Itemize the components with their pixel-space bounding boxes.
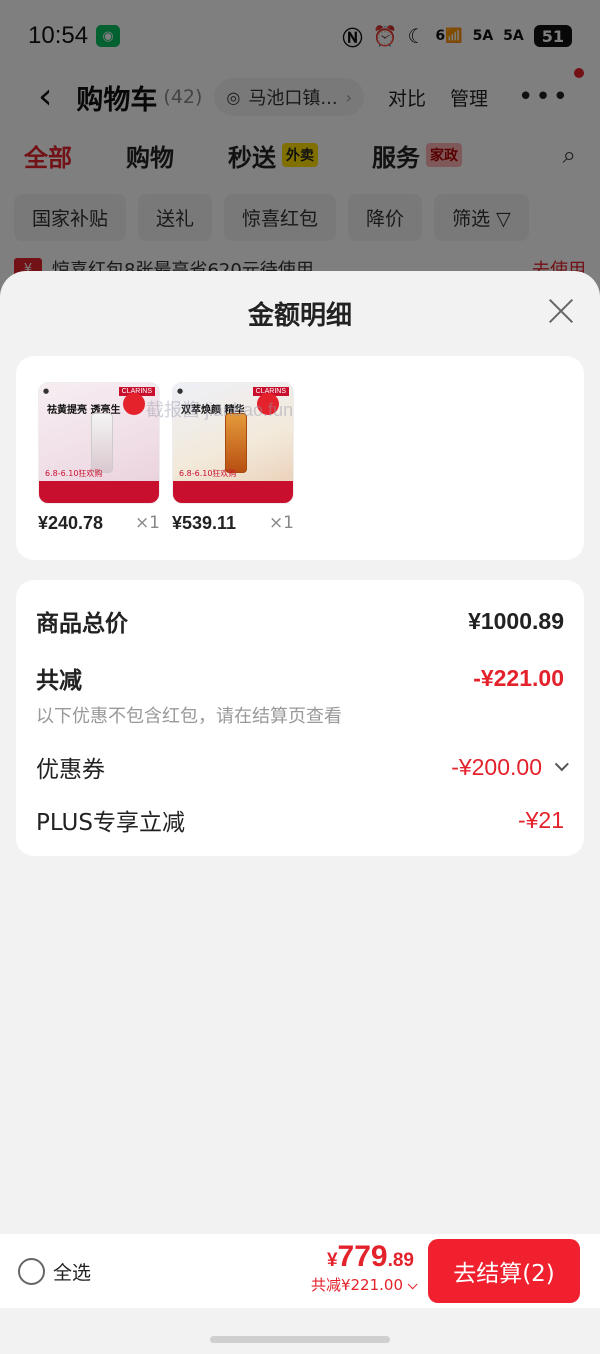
amount-detail-sheet: 金额明细 ● CLARINS 祛黄提亮 透亮生 6.8-6.10狂欢购 ¥240… bbox=[0, 271, 600, 1234]
gov-subsidy-mark: ● bbox=[43, 387, 50, 395]
promo-bar bbox=[173, 481, 293, 503]
total-row: 商品总价 ¥1000.89 bbox=[36, 604, 564, 638]
products-card: ● CLARINS 祛黄提亮 透亮生 6.8-6.10狂欢购 ¥240.78 ×… bbox=[16, 356, 584, 560]
checkout-button[interactable]: 去结算(2) bbox=[428, 1239, 580, 1303]
coupon-value: -¥200.00 bbox=[451, 753, 542, 780]
watermark: 截报酱 jianbao.fun bbox=[146, 400, 294, 420]
discount-label: 共减 bbox=[36, 668, 82, 694]
sheet-title: 金额明细 bbox=[247, 301, 352, 331]
coupon-row[interactable]: 优惠券 -¥200.00 bbox=[36, 750, 569, 784]
total-label: 商品总价 bbox=[36, 611, 128, 637]
product-image: ● CLARINS 祛黄提亮 透亮生 6.8-6.10狂欢购 bbox=[38, 382, 160, 504]
coupon-label: 优惠券 bbox=[36, 757, 105, 783]
promo-label: 6.8-6.10狂欢购 bbox=[179, 469, 237, 478]
saved-label: 共减¥221.00 bbox=[310, 1276, 403, 1294]
modal-overlay[interactable] bbox=[0, 0, 600, 300]
gov-subsidy-mark: ● bbox=[177, 387, 184, 395]
bottle-graphic bbox=[91, 413, 113, 473]
promo-bar bbox=[39, 481, 159, 503]
total-price: ¥779.89 bbox=[311, 1240, 414, 1274]
discount-value: -¥221.00 bbox=[473, 664, 564, 691]
home-indicator[interactable] bbox=[210, 1336, 390, 1343]
price-summary-card: 商品总价 ¥1000.89 共减 -¥221.00 以下优惠不包含红包，请在结算… bbox=[16, 580, 584, 856]
plus-value: -¥21 bbox=[517, 806, 564, 833]
select-all-radio[interactable] bbox=[18, 1257, 45, 1285]
checkout-total: ¥779.89 共减¥221.00 bbox=[310, 1240, 418, 1295]
select-all-toggle[interactable]: 全选 bbox=[18, 1257, 92, 1285]
discount-note: 以下优惠不包含红包，请在结算页查看 bbox=[36, 706, 342, 727]
product-qty: ×1 bbox=[268, 513, 294, 533]
saved-amount[interactable]: 共减¥221.00 bbox=[310, 1274, 418, 1295]
product-price: ¥539.11 bbox=[172, 513, 237, 533]
select-all-label: 全选 bbox=[53, 1261, 92, 1284]
promo-label: 6.8-6.10狂欢购 bbox=[45, 469, 103, 478]
product-qty: ×1 bbox=[134, 513, 160, 533]
chevron-down-icon[interactable] bbox=[554, 757, 569, 772]
total-value: ¥1000.89 bbox=[468, 607, 564, 634]
close-icon[interactable] bbox=[548, 297, 574, 323]
currency-symbol: ¥ bbox=[326, 1250, 338, 1271]
bottle-graphic bbox=[225, 413, 247, 473]
plus-label: PLUS专享立减 bbox=[36, 810, 185, 836]
checkout-bar: 全选 ¥779.89 共减¥221.00 去结算(2) bbox=[0, 1234, 600, 1308]
price-decimal: .89 bbox=[387, 1250, 414, 1271]
plus-discount-row: PLUS专享立减 -¥21 bbox=[36, 803, 564, 837]
chevron-down-icon bbox=[407, 1279, 418, 1290]
badge-dot bbox=[123, 393, 145, 415]
product-price: ¥240.78 bbox=[38, 513, 104, 533]
price-integer: 779 bbox=[337, 1240, 388, 1273]
product-item[interactable]: ● CLARINS 祛黄提亮 透亮生 6.8-6.10狂欢购 ¥240.78 ×… bbox=[38, 382, 160, 533]
discount-row: 共减 -¥221.00 bbox=[36, 661, 564, 695]
